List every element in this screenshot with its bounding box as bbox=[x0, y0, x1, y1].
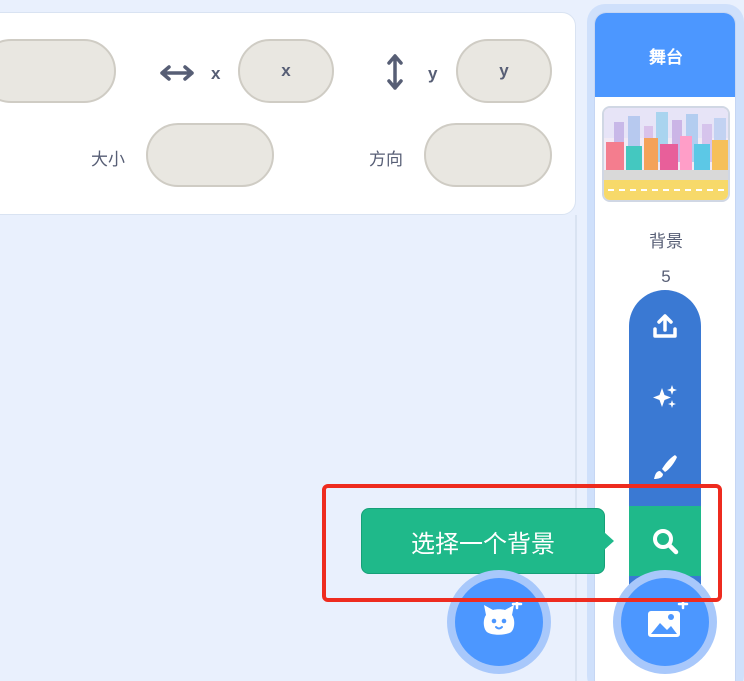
size-input[interactable] bbox=[146, 123, 274, 187]
x-position-value: x bbox=[281, 61, 291, 80]
y-position-value: y bbox=[499, 61, 509, 80]
stage-header: 舞台 bbox=[595, 13, 735, 97]
x-position-icon bbox=[160, 65, 194, 81]
direction-input[interactable] bbox=[424, 123, 552, 187]
sprite-info-panel: x x y y 大小 方向 bbox=[0, 12, 576, 215]
backdrops-count: 5 bbox=[661, 267, 671, 286]
city-backdrop-image bbox=[604, 108, 728, 200]
paint-icon bbox=[654, 455, 677, 479]
backdrop-image-icon bbox=[648, 598, 689, 637]
y-position-input[interactable]: y bbox=[456, 39, 552, 103]
upload-icon bbox=[653, 314, 677, 338]
stage-title: 舞台 bbox=[649, 47, 683, 67]
x-label: x bbox=[211, 64, 221, 83]
y-position-icon bbox=[387, 54, 403, 90]
direction-label: 方向 bbox=[369, 150, 403, 169]
size-label: 大小 bbox=[91, 150, 125, 169]
sprite-name-input[interactable] bbox=[0, 39, 116, 103]
backdrops-label: 背景 bbox=[649, 232, 683, 251]
surprise-icon bbox=[653, 385, 677, 408]
stage-thumbnail[interactable] bbox=[602, 106, 730, 202]
highlight-box bbox=[322, 484, 722, 602]
surprise-backdrop-button[interactable] bbox=[629, 362, 701, 432]
upload-backdrop-button[interactable] bbox=[629, 292, 701, 362]
x-position-input[interactable]: x bbox=[238, 39, 334, 103]
cat-icon bbox=[483, 598, 523, 635]
y-label: y bbox=[428, 64, 438, 83]
sprite-pane-divider bbox=[575, 215, 577, 681]
